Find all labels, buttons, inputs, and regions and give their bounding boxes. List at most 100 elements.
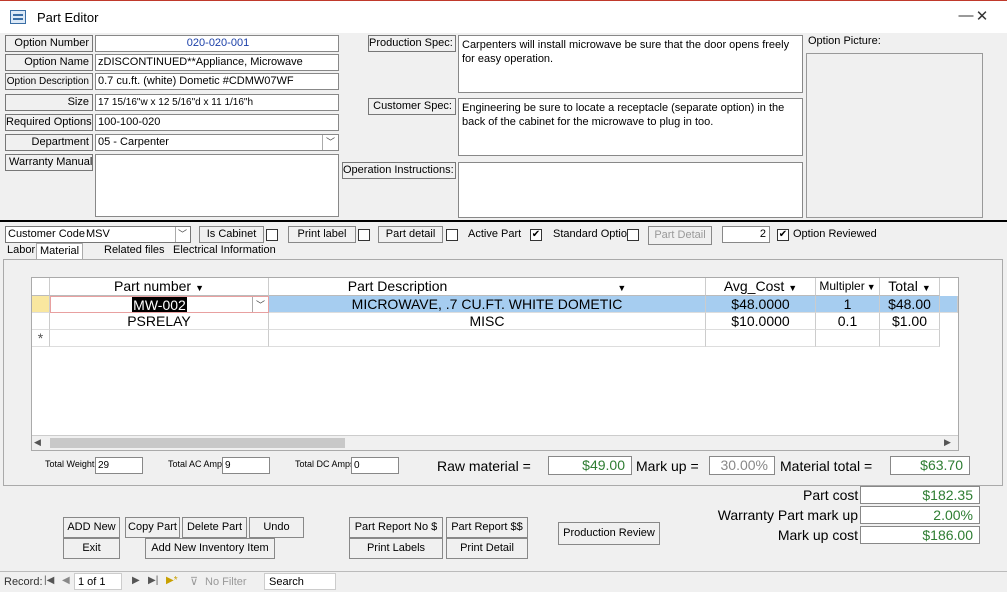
option-reviewed-label: Option Reviewed (793, 228, 877, 240)
print-label-checkbox[interactable] (358, 229, 370, 241)
production-spec-label: Production Spec: (368, 35, 456, 52)
add-new-inventory-button[interactable]: Add New Inventory Item (145, 538, 275, 559)
active-part-checkbox[interactable]: ✔ (530, 229, 542, 241)
size-field[interactable]: 17 15/16"w x 12 5/16"d x 11 1/16"h (95, 94, 339, 111)
column-title: Part Description (347, 278, 448, 294)
copy-part-button[interactable]: Copy Part (125, 517, 180, 538)
table-row-cell-description[interactable]: MISC (269, 313, 706, 330)
row-selector[interactable] (32, 313, 50, 330)
column-title: Part number (114, 278, 192, 294)
chevron-down-icon[interactable]: ﹀ (175, 227, 189, 242)
column-header-avg-cost[interactable]: Avg_Cost ▼ (706, 278, 816, 296)
previous-record-icon[interactable]: ◀ (62, 575, 70, 586)
count-field[interactable]: 2 (722, 226, 770, 243)
table-row-cell-extra (940, 296, 958, 313)
row-selector[interactable] (32, 296, 50, 313)
raw-material-value: $49.00 (548, 456, 632, 475)
required-options-label: Required Options (5, 114, 93, 131)
customer-code-value: MSV (86, 228, 110, 240)
caret-down-icon[interactable]: ▼ (867, 282, 876, 292)
standard-option-checkbox[interactable] (627, 229, 639, 241)
mark-up-value[interactable]: 30.00% (709, 456, 775, 475)
add-new-button[interactable]: ADD New (63, 517, 120, 538)
column-title: Multipler (819, 279, 865, 293)
part-detail-button[interactable]: Part Detail (648, 226, 712, 245)
total-ac-amps-field[interactable]: 9 (222, 457, 270, 474)
table-row-new-description[interactable] (269, 330, 706, 347)
table-row-new-multiplier[interactable] (816, 330, 880, 347)
option-name-field[interactable]: zDISCONTINUED**Appliance, Microwave (95, 54, 339, 71)
undo-button[interactable]: Undo (249, 517, 304, 538)
part-report-dollars-button[interactable]: Part Report $$ (446, 517, 528, 538)
required-options-field[interactable]: 100-100-020 (95, 114, 339, 131)
tab-material[interactable]: Material (36, 243, 84, 259)
material-grid: Part number ▼ Part Description ▼ Avg_Cost ▼… (31, 277, 959, 451)
option-number-field[interactable]: 020-020-001 (95, 35, 339, 52)
warranty-manual-field[interactable] (95, 154, 339, 217)
total-dc-amps-field[interactable]: 0 (351, 457, 399, 474)
form-icon (10, 10, 26, 24)
production-spec-field[interactable]: Carpenters will install microwave be sur… (458, 35, 803, 93)
table-row-new-avg-cost[interactable] (706, 330, 816, 347)
scrollbar-thumb[interactable] (50, 438, 345, 448)
part-detail-checkbox[interactable] (446, 229, 458, 241)
total-weight-field[interactable]: 29 (95, 457, 143, 474)
caret-down-icon[interactable]: ▼ (195, 283, 204, 293)
table-row-cell-part-number[interactable]: MW-002 ﹀ (50, 296, 269, 313)
operation-instructions-field[interactable] (458, 162, 803, 218)
scroll-right-icon[interactable]: ▶ (944, 437, 951, 448)
standard-option-label: Standard Optio (553, 228, 627, 240)
record-position-field[interactable]: 1 of 1 (74, 573, 122, 590)
chevron-down-icon[interactable]: ﹀ (322, 135, 338, 150)
print-detail-button[interactable]: Print Detail (446, 538, 528, 559)
select-all-corner[interactable] (32, 278, 50, 296)
close-button[interactable]: ✕ (970, 7, 994, 25)
option-description-field[interactable]: 0.7 cu.ft. (white) Dometic #CDMW07WF (95, 73, 339, 90)
scroll-left-icon[interactable]: ◀ (34, 437, 41, 448)
production-review-button[interactable]: Production Review (558, 522, 660, 545)
caret-down-icon[interactable]: ▼ (922, 283, 931, 293)
table-row-cell-description[interactable]: MICROWAVE, .7 CU.FT. WHITE DOMETIC (269, 296, 706, 313)
search-input[interactable]: Search (264, 573, 336, 590)
table-row-cell-total[interactable]: $48.00 (880, 296, 940, 313)
column-header-part-number[interactable]: Part number ▼ (50, 278, 269, 296)
table-row-cell-avg-cost[interactable]: $10.0000 (706, 313, 816, 330)
print-labels-button[interactable]: Print Labels (349, 538, 443, 559)
horizontal-scrollbar[interactable]: ◀ ▶ (32, 435, 958, 450)
tab-electrical-information[interactable]: Electrical Information (170, 243, 279, 259)
last-record-icon[interactable]: ▶| (148, 575, 158, 586)
tab-related-files[interactable]: Related files (101, 243, 168, 259)
table-row-cell-multiplier[interactable]: 0.1 (816, 313, 880, 330)
table-row-cell-avg-cost[interactable]: $48.0000 (706, 296, 816, 313)
table-row-cell-total[interactable]: $1.00 (880, 313, 940, 330)
department-select[interactable]: 05 - Carpenter ﹀ (95, 134, 339, 151)
column-header-part-description[interactable]: Part Description ▼ (269, 278, 706, 296)
table-row-new-part-number[interactable] (50, 330, 269, 347)
customer-code-combo[interactable]: Customer Code MSV ﹀ (5, 226, 191, 243)
delete-part-button[interactable]: Delete Part (182, 517, 247, 538)
tab-labor[interactable]: Labor (4, 243, 38, 259)
warranty-mark-up-value[interactable]: 2.00% (860, 506, 980, 524)
section-divider (0, 220, 1007, 222)
caret-down-icon[interactable]: ▼ (617, 283, 626, 293)
first-record-icon[interactable]: |◀ (44, 575, 54, 586)
new-row-marker[interactable]: * (32, 330, 50, 347)
next-record-icon[interactable]: ▶ (132, 575, 140, 586)
option-reviewed-checkbox[interactable]: ✔ (777, 229, 789, 241)
chevron-down-icon[interactable]: ﹀ (252, 297, 268, 312)
new-record-icon[interactable]: ▶* (166, 575, 178, 586)
record-navigation-bar: Record: |◀ ◀ 1 of 1 ▶ ▶| ▶* ⊽ No Filter … (0, 571, 1007, 592)
is-cabinet-checkbox[interactable] (266, 229, 278, 241)
exit-button[interactable]: Exit (63, 538, 120, 559)
column-header-total[interactable]: Total ▼ (880, 278, 940, 296)
table-row-new-total[interactable] (880, 330, 940, 347)
window-title: Part Editor (37, 10, 99, 25)
caret-down-icon[interactable]: ▼ (788, 283, 797, 293)
table-row-cell-part-number[interactable]: PSRELAY (50, 313, 269, 330)
part-report-no-button[interactable]: Part Report No $ (349, 517, 443, 538)
material-total-value: $63.70 (890, 456, 970, 475)
column-header-multiplier[interactable]: Multipler ▼ (816, 278, 880, 296)
no-filter-label[interactable]: No Filter (205, 576, 247, 588)
table-row-cell-multiplier[interactable]: 1 (816, 296, 880, 313)
customer-spec-field[interactable]: Engineering be sure to locate a receptac… (458, 98, 803, 156)
